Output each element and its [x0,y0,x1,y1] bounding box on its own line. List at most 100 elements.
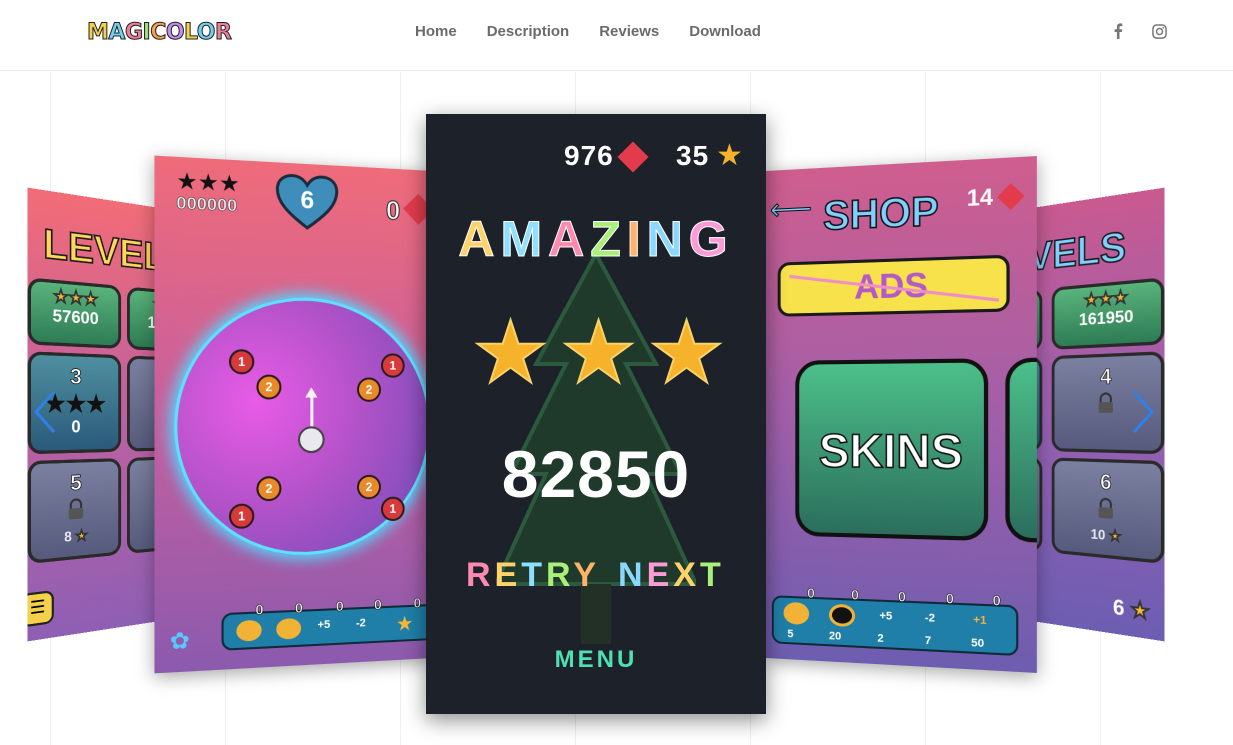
headline-letter: Z [590,211,627,268]
plus-powerup[interactable]: +5 [317,619,330,632]
next-letter: N [618,556,647,594]
nav-description[interactable]: Description [472,22,585,42]
magicolor-logo[interactable]: MAGICOLOR [86,20,232,46]
logo-letter: G [124,20,143,46]
star-icon: ★ [716,139,743,172]
level-number: 6 [1100,470,1112,495]
bomb-powerup-icon[interactable] [276,617,302,640]
level-tile[interactable]: ★★★ 57600 [27,277,122,349]
powerup-count: 0 [413,594,422,611]
item-count: 0 [945,589,954,607]
skins-button[interactable]: SKINS [795,358,989,542]
minus-item[interactable]: -2 [925,612,935,625]
powerup-count: 0 [335,597,344,615]
shop-items-bar: 0 0 0 0 0 +5 -2 +1 5 20 2 7 50 [771,584,1019,657]
minus-powerup[interactable]: -2 [356,617,366,630]
gem-count: 14 [966,183,993,212]
retry-letter: E [494,556,522,594]
facebook-icon[interactable] [1107,20,1129,42]
gem-icon [997,183,1025,210]
back-arrow-icon[interactable]: ⟵ [769,191,812,228]
level-number: 5 [70,471,82,496]
next-button[interactable]: NEXT [618,556,725,595]
menu-badge[interactable]: ☰ [27,590,54,628]
powerup-count: 0 [294,599,304,617]
item-price: 20 [828,630,842,643]
player-ball [298,426,325,454]
stars-counter: 6 ★ [1112,595,1150,626]
unlock-cost: 10 [1090,525,1106,544]
next-letter: X [673,556,700,594]
headline-letter: A [548,211,591,268]
lives-count: 6 [300,186,315,215]
headline-letter: G [688,211,734,268]
nav-home[interactable]: Home [400,22,472,42]
item-price: 2 [877,632,884,645]
earned-star-icon: ★ [647,305,726,401]
star-total: 35 [676,140,710,171]
logo-letter: O [165,20,185,46]
carousel-prev-button[interactable] [32,388,62,438]
chevron-left-icon [33,390,56,434]
gear-icon[interactable]: ✿ [170,627,190,655]
ball: 1 [380,353,405,378]
main-nav: Home Description Reviews Download [400,22,776,42]
ball: 1 [228,349,255,375]
retry-letter: Y [573,556,601,594]
item-count: 0 [897,588,907,605]
item-count: 0 [992,591,1001,609]
gem-count: 0 [385,194,401,226]
item-count: 0 [851,586,859,603]
plus-item[interactable]: +5 [879,610,892,623]
carousel-next-button[interactable] [1130,388,1160,438]
final-score: 82850 [501,437,691,511]
menu-button[interactable]: MENU [426,646,766,674]
level-tile[interactable]: ★★★ 161950 [1051,277,1165,350]
headline-letter: N [646,211,689,268]
logo-letter: L [184,20,198,46]
gem-icon [617,141,649,173]
star-powerup-icon[interactable]: ★ [396,611,414,637]
star-item[interactable]: +1 [973,614,986,627]
ball: 2 [256,374,282,400]
score-counter: 000000 [176,192,238,216]
logo-letter: O [196,20,216,46]
instagram-icon[interactable] [1148,20,1170,42]
nav-reviews[interactable]: Reviews [584,22,674,42]
retry-letter: T [521,556,547,594]
headline-letter: M [500,211,549,268]
ball: 1 [380,496,405,522]
headline-letter: I [626,211,647,268]
ball: 2 [357,474,381,500]
fire-powerup-icon[interactable] [236,619,262,642]
retry-button[interactable]: RETRY [466,556,600,595]
lock-icon [31,496,118,529]
screenshot-gameplay[interactable]: ★★★ 000000 6 0 1 2 1 2 2 1 2 1 0 0 0 0 0… [154,155,433,674]
retry-letter: R [466,556,495,594]
screenshot-shop[interactable]: ⟵ SHOP 14 ADS SKINS 0 0 0 0 0 +5 -2 +1 5 [766,156,1037,673]
level-tile-locked[interactable]: 6 10 ★ [1051,457,1165,565]
logo-letter: C [150,20,167,46]
fire-item-icon[interactable] [783,601,810,626]
item-price: 5 [787,628,794,641]
screenshot-level-complete[interactable]: 976 35 ★ AMAZING ★ ★ ★ 82850 RETRY NEXT … [426,114,766,714]
level-tile-locked[interactable]: 5 8 ★ [27,458,122,565]
screenshot-carousel: LEVEL ★★★ 57600 ★ 161 3 ★★★ 0 5 8 ★ [0,72,1233,745]
item-price: 7 [924,634,932,648]
unlock-cost: 8 [64,528,72,546]
item-count: 0 [807,584,815,602]
powerup-count: 0 [374,596,382,613]
level-number: 3 [70,364,82,390]
chevron-right-icon [1132,390,1155,434]
play-field[interactable]: 1 2 1 2 2 1 2 1 [174,294,432,560]
next-panel-edge [1005,357,1037,543]
bomb-item-icon[interactable] [828,603,856,628]
powerup-bar: 0 0 0 0 0 +5 -2 ★ [221,594,433,651]
nav-download[interactable]: Download [674,22,776,42]
next-letter: E [646,556,674,594]
levels-title: LEVEL [42,220,165,280]
remove-ads-button[interactable]: ADS [777,254,1010,317]
ball: 2 [357,377,381,402]
earned-star-icon: ★ [559,305,638,401]
logo-letter: A [108,20,126,46]
